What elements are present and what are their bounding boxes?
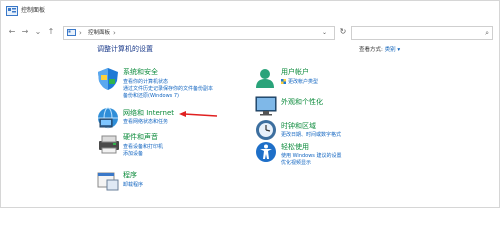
system-security-shield-icon[interactable] — [97, 67, 119, 91]
system-security-link-1[interactable]: 查看你的计算机状态 — [123, 79, 168, 86]
user-accounts-link-1-text: 更改帐户类型 — [288, 79, 319, 85]
system-security-link-3[interactable]: 备份和还原(Windows 7) — [123, 93, 179, 100]
recent-locations-chevron-icon[interactable]: ⌄ — [32, 26, 44, 38]
refresh-icon[interactable]: ↻ — [337, 26, 349, 38]
user-accounts-link-1[interactable]: 更改帐户类型 — [281, 79, 318, 86]
network-title[interactable]: 网络和 Internet — [123, 109, 174, 118]
ease-access-link-2[interactable]: 优化视频显示 — [281, 160, 311, 167]
network-globe-icon[interactable] — [97, 107, 119, 129]
system-security-title[interactable]: 系统和安全 — [123, 68, 158, 77]
network-link-1[interactable]: 查看网络状态和任务 — [123, 119, 168, 126]
back-arrow-icon[interactable]: ← — [6, 26, 18, 38]
search-icon[interactable]: ⌕ — [485, 27, 489, 39]
clock-region-icon[interactable] — [255, 119, 277, 141]
uac-shield-icon — [281, 79, 286, 84]
window-title: 控制面板 — [21, 7, 46, 14]
annotation-arrow — [179, 111, 218, 117]
address-bar[interactable]: › 控制面板 › ⌄ — [63, 26, 335, 40]
ease-of-access-icon[interactable] — [255, 141, 277, 163]
view-by-label: 查看方式: — [359, 47, 383, 53]
control-panel-crumb-icon — [67, 29, 76, 36]
control-panel-window: 控制面板 ← → ⌄ ↑ › 控制面板 › ⌄ ↻ ⌕ 调整计算机的设置 查看方… — [0, 0, 500, 208]
programs-icon[interactable] — [97, 171, 119, 191]
appearance-title[interactable]: 外观和个性化 — [281, 98, 323, 107]
hardware-sound-title[interactable]: 硬件和声音 — [123, 133, 158, 142]
clock-region-link-1[interactable]: 更改日期、时间或数字格式 — [281, 132, 341, 139]
breadcrumb-separator-2[interactable]: › — [113, 28, 116, 38]
programs-title[interactable]: 程序 — [123, 171, 137, 180]
ease-access-link-1[interactable]: 使用 Windows 建议的设置 — [281, 153, 342, 160]
address-dropdown-icon[interactable]: ⌄ — [322, 28, 327, 38]
clock-region-title[interactable]: 时钟和区域 — [281, 122, 316, 131]
user-accounts-icon[interactable] — [255, 67, 275, 89]
view-by: 查看方式: 类别 ▾ — [359, 46, 400, 54]
view-by-dropdown[interactable]: 类别 ▾ — [385, 47, 401, 53]
forward-arrow-icon[interactable]: → — [19, 26, 31, 38]
control-panel-icon — [6, 6, 18, 16]
ease-access-title[interactable]: 轻松使用 — [281, 143, 309, 152]
search-input[interactable]: ⌕ — [351, 26, 493, 40]
hardware-sound-link-1[interactable]: 查看设备和打印机 — [123, 144, 163, 151]
hardware-sound-link-2[interactable]: 添加设备 — [123, 151, 143, 158]
title-bar: 控制面板 — [1, 1, 499, 23]
user-accounts-title[interactable]: 用户帐户 — [281, 68, 309, 77]
page-heading: 调整计算机的设置 — [97, 45, 153, 53]
system-security-link-2[interactable]: 通过文件历史记录保存你的文件备份副本 — [123, 86, 213, 93]
up-arrow-icon[interactable]: ↑ — [45, 26, 57, 38]
programs-link-1[interactable]: 卸载程序 — [123, 182, 143, 189]
appearance-monitor-icon[interactable] — [255, 96, 277, 116]
hardware-printer-icon[interactable] — [97, 133, 121, 155]
navigation-bar: ← → ⌄ ↑ › 控制面板 › ⌄ ↻ ⌕ — [1, 23, 499, 41]
breadcrumb-control-panel[interactable]: 控制面板 — [88, 29, 110, 37]
breadcrumb-separator: › — [79, 29, 82, 37]
